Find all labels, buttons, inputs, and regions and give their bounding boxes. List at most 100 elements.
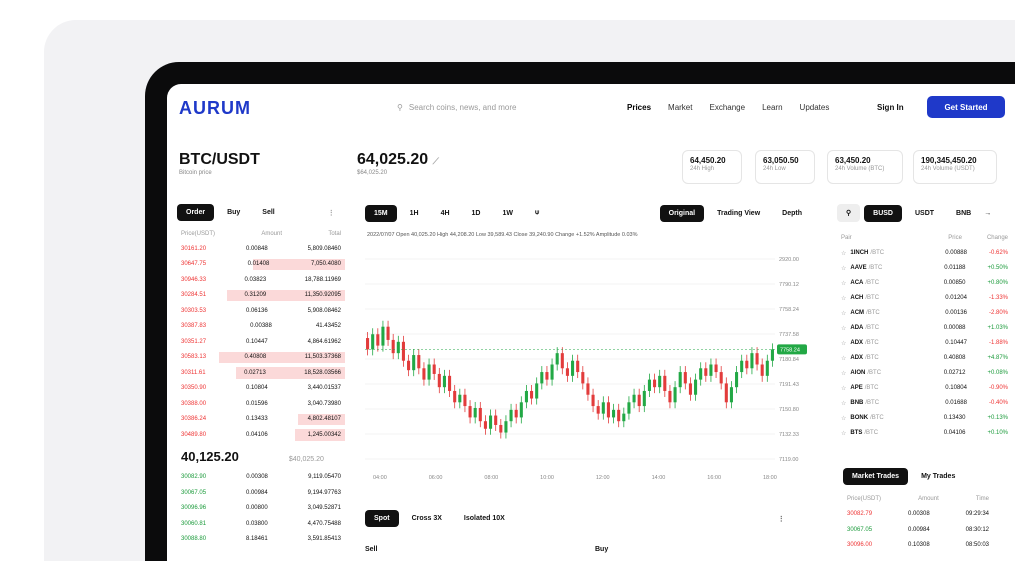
orderbook-row[interactable]: 30096.96 0.00800 3,049.52871 bbox=[177, 501, 345, 517]
interval-4h[interactable]: 4H bbox=[432, 205, 459, 222]
candle-body bbox=[401, 341, 405, 361]
nav-prices[interactable]: Prices bbox=[627, 103, 651, 112]
trade-amount: 0.00984 bbox=[907, 526, 930, 533]
orderbook-row[interactable]: 30386.24 0.13433 4,802.48107 bbox=[177, 412, 345, 428]
star-icon[interactable]: ☆ bbox=[841, 280, 846, 287]
pair-change: -1.88% bbox=[988, 340, 1008, 346]
view-depth[interactable]: Depth bbox=[773, 205, 811, 222]
more-icon[interactable]: ⋮ bbox=[778, 515, 785, 523]
orderbook-row[interactable]: 30311.61 0.02713 18,528.03566 bbox=[177, 365, 345, 381]
market-row[interactable]: ☆ ACA/BTC 0.00850 +0.80% bbox=[837, 276, 1012, 291]
orderbook-row[interactable]: 30583.13 0.40808 11,503.37368 bbox=[177, 350, 345, 366]
nav-learn[interactable]: Learn bbox=[762, 103, 782, 112]
star-icon[interactable]: ☆ bbox=[841, 355, 846, 362]
row-price: 30351.27 bbox=[181, 338, 207, 345]
market-row[interactable]: ☆ BONK/BTC 0.13430 +0.13% bbox=[837, 411, 1012, 426]
orderbook-row[interactable]: 30303.53 0.06136 5,908.08462 bbox=[177, 303, 345, 319]
sign-in-link[interactable]: Sign In bbox=[877, 103, 904, 112]
tab-sell[interactable]: Sell bbox=[253, 204, 283, 221]
star-icon[interactable]: ☆ bbox=[841, 400, 846, 407]
tab-cross[interactable]: Cross 3X bbox=[403, 510, 451, 527]
interval-1w[interactable]: 1W bbox=[493, 205, 522, 222]
tab-isolated[interactable]: Isolated 10X bbox=[455, 510, 514, 527]
star-icon[interactable]: ☆ bbox=[841, 430, 846, 437]
candle-body bbox=[596, 406, 600, 414]
main-nav: Prices Market Exchange Learn Updates bbox=[627, 103, 829, 112]
time-tick: 18:00 bbox=[763, 475, 777, 481]
view-trading-view[interactable]: Trading View bbox=[708, 205, 769, 222]
nav-updates[interactable]: Updates bbox=[800, 103, 830, 112]
star-icon[interactable]: ☆ bbox=[841, 385, 846, 392]
star-icon[interactable]: ☆ bbox=[841, 325, 846, 332]
orderbook-row[interactable]: 30350.90 0.10804 3,440.01537 bbox=[177, 381, 345, 397]
interval-1h[interactable]: 1H bbox=[401, 205, 428, 222]
pair-change: +0.08% bbox=[987, 370, 1008, 376]
markets-list: ☆ 1INCH/BTC 0.00888 -0.62% ☆ AAVE/BTC 0.01188 +… bbox=[837, 246, 1012, 441]
price-tick: 7119.00 bbox=[779, 457, 798, 463]
candle-body bbox=[755, 353, 759, 365]
search-input[interactable]: Search coins, news, and more bbox=[409, 103, 517, 112]
tab-my-trades[interactable]: My Trades bbox=[912, 468, 964, 485]
arrow-right-icon[interactable]: → bbox=[984, 210, 991, 217]
interval-15m[interactable]: 15M bbox=[365, 204, 397, 222]
orderbook-row[interactable]: 30388.00 0.01596 3,040.73980 bbox=[177, 396, 345, 412]
market-row[interactable]: ☆ AAVE/BTC 0.01188 +0.50% bbox=[837, 261, 1012, 276]
star-icon[interactable]: ☆ bbox=[841, 370, 846, 377]
tab-buy[interactable]: Buy bbox=[218, 204, 249, 221]
orderbook-row[interactable]: 30647.75 0.01408 7,050.4080 bbox=[177, 257, 345, 273]
row-price: 30284.51 bbox=[181, 292, 207, 299]
orderbook-row[interactable]: 30161.20 0.00848 5,809.08460 bbox=[177, 241, 345, 257]
trade-row[interactable]: 30082.79 0.00308 09:29:34 bbox=[843, 507, 993, 523]
trade-row[interactable]: 30067.05 0.00984 08:30:12 bbox=[843, 522, 993, 538]
interval-1d[interactable]: 1D bbox=[463, 205, 490, 222]
candle-body bbox=[381, 326, 385, 346]
trade-time: 09:29:34 bbox=[965, 511, 989, 518]
market-row[interactable]: ☆ ADA/BTC 0.00088 +1.03% bbox=[837, 321, 1012, 336]
market-row[interactable]: ☆ ADX/BTC 0.10447 -1.88% bbox=[837, 336, 1012, 351]
star-icon[interactable]: ☆ bbox=[841, 265, 846, 272]
tab-usdt[interactable]: USDT bbox=[906, 205, 943, 222]
star-icon[interactable]: ☆ bbox=[841, 250, 846, 257]
search-icon[interactable]: ⚲ bbox=[837, 204, 861, 222]
orderbook-row[interactable]: 30489.80 0.04106 1,245.00342 bbox=[177, 427, 345, 443]
pair-quote: /BTC bbox=[865, 354, 879, 361]
tab-market-trades[interactable]: Market Trades bbox=[843, 468, 909, 485]
orderbook-row[interactable]: 30067.05 0.00984 9,194.97763 bbox=[177, 485, 345, 501]
market-row[interactable]: ☆ BNB/BTC 0.01688 -0.40% bbox=[837, 396, 1012, 411]
star-icon[interactable]: ☆ bbox=[841, 295, 846, 302]
trade-row[interactable]: 30096.00 0.10308 08:50:03 bbox=[843, 538, 993, 554]
candle-body bbox=[760, 364, 764, 376]
row-amount: 0.31209 bbox=[244, 292, 267, 299]
nav-market[interactable]: Market bbox=[668, 103, 692, 112]
orderbook-row[interactable]: 30060.81 0.03800 4,470.75488 bbox=[177, 516, 345, 532]
market-row[interactable]: ☆ 1INCH/BTC 0.00888 -0.62% bbox=[837, 246, 1012, 261]
orderbook-row[interactable]: 30284.51 0.31209 11,350.92095 bbox=[177, 288, 345, 304]
orderbook-row[interactable]: 30082.90 0.00308 9,119.05470 bbox=[177, 470, 345, 486]
nav-exchange[interactable]: Exchange bbox=[709, 103, 745, 112]
logo[interactable]: AURUM bbox=[179, 98, 251, 119]
get-started-button[interactable]: Get Started bbox=[927, 96, 1005, 118]
indicator-icon[interactable]: ⍦ bbox=[526, 204, 548, 222]
market-row[interactable]: ☆ BTS/BTC 0.04106 +0.10% bbox=[837, 426, 1012, 441]
more-icon[interactable]: ⋮ bbox=[328, 209, 335, 217]
star-icon[interactable]: ☆ bbox=[841, 340, 846, 347]
orderbook-row[interactable]: 30088.80 8.18461 3,591.85413 bbox=[177, 532, 345, 548]
orderbook-row[interactable]: 30351.27 0.10447 4,864.61962 bbox=[177, 334, 345, 350]
orderbook-row[interactable]: 30946.33 0.03823 18,788.11969 bbox=[177, 272, 345, 288]
tab-busd[interactable]: BUSD bbox=[864, 204, 902, 222]
tab-bnb[interactable]: BNB bbox=[947, 205, 980, 222]
market-row[interactable]: ☆ AION/BTC 0.02712 +0.08% bbox=[837, 366, 1012, 381]
star-icon[interactable]: ☆ bbox=[841, 310, 846, 317]
market-row[interactable]: ☆ ADX/BTC 0.40808 +4.87% bbox=[837, 351, 1012, 366]
pair-base: AAVE bbox=[850, 264, 867, 271]
view-original[interactable]: Original bbox=[659, 204, 705, 222]
market-row[interactable]: ☆ ACM/BTC 0.00136 -2.80% bbox=[837, 306, 1012, 321]
search-bar[interactable]: ⚲ Search coins, news, and more bbox=[387, 96, 627, 118]
orderbook-row[interactable]: 30387.83 0.00388 41.43452 bbox=[177, 319, 345, 335]
tab-spot[interactable]: Spot bbox=[365, 510, 399, 527]
market-row[interactable]: ☆ ACH/BTC 0.01204 -1.33% bbox=[837, 291, 1012, 306]
market-row[interactable]: ☆ APE/BTC 0.10804 -0.90% bbox=[837, 381, 1012, 396]
candlestick-chart[interactable]: 2920.00 7790.12 7758.24 7737.58 7180.84 7191.… bbox=[365, 249, 811, 489]
star-icon[interactable]: ☆ bbox=[841, 415, 846, 422]
tab-order[interactable]: Order bbox=[177, 204, 215, 221]
